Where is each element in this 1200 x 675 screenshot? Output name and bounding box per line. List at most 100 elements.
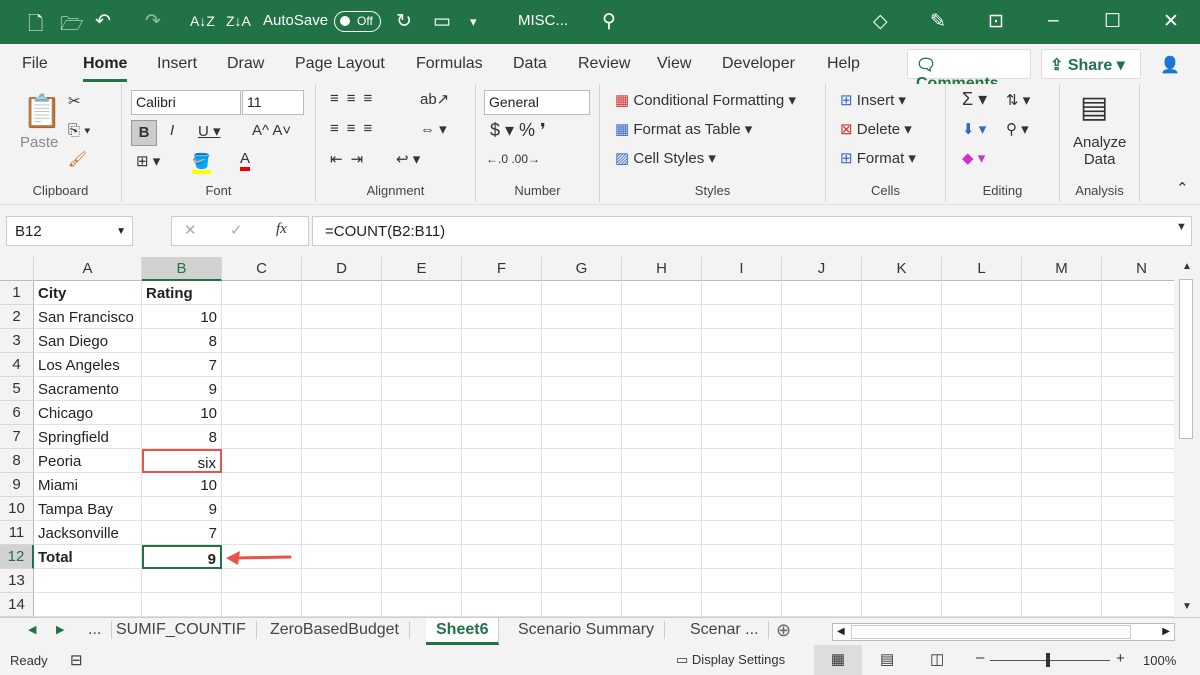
- cell-F2[interactable]: [462, 305, 542, 329]
- cell-J6[interactable]: [782, 401, 862, 425]
- cell-L9[interactable]: [942, 473, 1022, 497]
- cancel-icon[interactable]: ✕: [184, 221, 197, 239]
- cell-K9[interactable]: [862, 473, 942, 497]
- cell-N12[interactable]: [1102, 545, 1174, 569]
- sort-az-icon[interactable]: A↓Z: [190, 13, 215, 29]
- maximize-icon[interactable]: ☐: [1104, 10, 1121, 33]
- tab-formulas[interactable]: Formulas: [416, 55, 483, 73]
- cell-C13[interactable]: [222, 569, 302, 593]
- cell-H5[interactable]: [622, 377, 702, 401]
- cell-E4[interactable]: [382, 353, 462, 377]
- cell-A10[interactable]: Tampa Bay: [34, 497, 142, 521]
- cell-F7[interactable]: [462, 425, 542, 449]
- redo-icon[interactable]: ↷: [145, 10, 161, 33]
- delete-cells-button[interactable]: ⊠ Delete ▾: [840, 120, 912, 138]
- cell-L10[interactable]: [942, 497, 1022, 521]
- cell-C4[interactable]: [222, 353, 302, 377]
- cell-F11[interactable]: [462, 521, 542, 545]
- cell-H9[interactable]: [622, 473, 702, 497]
- tab-view[interactable]: View: [657, 55, 691, 73]
- ribbon-display-icon[interactable]: ⊡: [988, 10, 1004, 33]
- cell-B3[interactable]: 8: [142, 329, 222, 353]
- new-file-icon[interactable]: 🗋: [28, 10, 43, 42]
- cell-D13[interactable]: [302, 569, 382, 593]
- cell-N4[interactable]: [1102, 353, 1174, 377]
- cell-M1[interactable]: [1022, 281, 1102, 305]
- column-header-D[interactable]: D: [302, 257, 382, 281]
- cell-J14[interactable]: [782, 593, 862, 617]
- tab-review[interactable]: Review: [578, 55, 630, 73]
- sheet-tab[interactable]: Scenario Summary: [508, 621, 666, 639]
- cell-N5[interactable]: [1102, 377, 1174, 401]
- expand-formula-icon[interactable]: ▼: [1176, 221, 1187, 233]
- search-icon[interactable]: ⚲: [602, 10, 616, 33]
- cell-C10[interactable]: [222, 497, 302, 521]
- conditional-formatting-button[interactable]: ▦ Conditional Formatting ▾: [615, 91, 796, 109]
- cell-N10[interactable]: [1102, 497, 1174, 521]
- cell-L13[interactable]: [942, 569, 1022, 593]
- cell-I6[interactable]: [702, 401, 782, 425]
- tab-insert[interactable]: Insert: [157, 55, 197, 73]
- cell-D5[interactable]: [302, 377, 382, 401]
- cell-M14[interactable]: [1022, 593, 1102, 617]
- cell-D3[interactable]: [302, 329, 382, 353]
- column-header-N[interactable]: N: [1102, 257, 1174, 281]
- analyze-data-button[interactable]: Analyze Data: [1073, 134, 1126, 168]
- column-header-M[interactable]: M: [1022, 257, 1102, 281]
- cell-N1[interactable]: [1102, 281, 1174, 305]
- cell-E14[interactable]: [382, 593, 462, 617]
- cell-E6[interactable]: [382, 401, 462, 425]
- cell-H13[interactable]: [622, 569, 702, 593]
- row-header[interactable]: 1: [0, 281, 34, 305]
- cell-G7[interactable]: [542, 425, 622, 449]
- cell-M6[interactable]: [1022, 401, 1102, 425]
- collapse-ribbon-icon[interactable]: ⌃: [1176, 179, 1189, 197]
- cell-H3[interactable]: [622, 329, 702, 353]
- cell-B7[interactable]: 8: [142, 425, 222, 449]
- paste-icon[interactable]: 📋: [22, 92, 62, 130]
- cell-K13[interactable]: [862, 569, 942, 593]
- cell-H10[interactable]: [622, 497, 702, 521]
- cell-E7[interactable]: [382, 425, 462, 449]
- cell-H8[interactable]: [622, 449, 702, 473]
- cell-A8[interactable]: Peoria: [34, 449, 142, 473]
- cell-C14[interactable]: [222, 593, 302, 617]
- cell-L8[interactable]: [942, 449, 1022, 473]
- cell-K8[interactable]: [862, 449, 942, 473]
- cell-B9[interactable]: 10: [142, 473, 222, 497]
- cell-G1[interactable]: [542, 281, 622, 305]
- cell-H7[interactable]: [622, 425, 702, 449]
- cell-L5[interactable]: [942, 377, 1022, 401]
- cell-B11[interactable]: 7: [142, 521, 222, 545]
- analyze-data-icon[interactable]: ▤: [1080, 90, 1108, 125]
- column-header-E[interactable]: E: [382, 257, 462, 281]
- open-folder-icon[interactable]: 🗁: [60, 10, 84, 42]
- cell-E5[interactable]: [382, 377, 462, 401]
- column-header-G[interactable]: G: [542, 257, 622, 281]
- cell-K3[interactable]: [862, 329, 942, 353]
- tab-developer[interactable]: Developer: [722, 55, 795, 73]
- cell-M10[interactable]: [1022, 497, 1102, 521]
- cell-C8[interactable]: [222, 449, 302, 473]
- cell-G13[interactable]: [542, 569, 622, 593]
- cell-K14[interactable]: [862, 593, 942, 617]
- cell-B2[interactable]: 10: [142, 305, 222, 329]
- row-header[interactable]: 5: [0, 377, 34, 401]
- cell-G14[interactable]: [542, 593, 622, 617]
- paste-button[interactable]: Paste: [20, 134, 58, 151]
- cell-J10[interactable]: [782, 497, 862, 521]
- row-header[interactable]: 12: [0, 545, 34, 569]
- name-box[interactable]: B12 ▼: [6, 216, 133, 246]
- cell-B12[interactable]: 9: [142, 545, 222, 569]
- row-header[interactable]: 13: [0, 569, 34, 593]
- cell-E9[interactable]: [382, 473, 462, 497]
- cell-B8[interactable]: six: [142, 449, 222, 473]
- italic-button[interactable]: I: [170, 122, 174, 139]
- cell-G2[interactable]: [542, 305, 622, 329]
- cell-D1[interactable]: [302, 281, 382, 305]
- close-icon[interactable]: ✕: [1163, 10, 1179, 33]
- cell-J1[interactable]: [782, 281, 862, 305]
- cell-M3[interactable]: [1022, 329, 1102, 353]
- vertical-align-icons[interactable]: ≡≡≡: [330, 90, 380, 107]
- cell-J12[interactable]: [782, 545, 862, 569]
